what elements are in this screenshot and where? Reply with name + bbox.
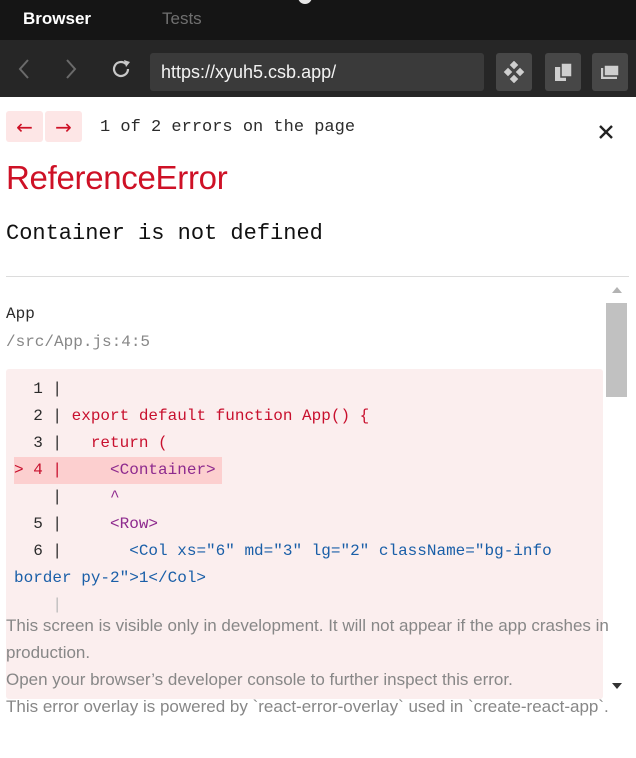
code-line: 1 | [14, 376, 62, 403]
line-gutter: 2 | [14, 407, 63, 425]
split-view-button[interactable] [545, 53, 581, 91]
code-text: export default function App() { [62, 407, 370, 425]
tab-tests[interactable]: Tests [162, 9, 202, 29]
error-caret: ^ [62, 488, 120, 506]
close-icon [599, 125, 613, 139]
chevron-left-icon [18, 58, 29, 79]
new-window-button[interactable] [592, 53, 628, 91]
code-text: return ( [62, 434, 168, 452]
error-type-heading: ReferenceError [6, 159, 228, 196]
code-line-highlighted: > 4 | <Container> [14, 457, 222, 484]
close-button[interactable] [597, 123, 615, 141]
line-gutter: 6 | [14, 542, 63, 560]
error-count: 1 of 2 errors on the page [100, 118, 356, 137]
code-text: <Container> [62, 461, 216, 479]
code-text: <Row> [62, 515, 159, 533]
refresh-icon [112, 59, 130, 77]
error-navigation: ← → [6, 111, 82, 142]
back-button[interactable] [6, 40, 42, 97]
line-gutter: > 4 | [14, 461, 63, 479]
scrollbar-thumb[interactable] [606, 303, 627, 397]
tab-browser[interactable]: Browser [23, 9, 91, 29]
previous-error-button[interactable]: ← [6, 111, 43, 142]
stack-frame-name: App [6, 305, 35, 323]
error-overlay: ← → 1 of 2 errors on the page ReferenceE… [0, 97, 636, 758]
forward-button[interactable] [53, 40, 89, 97]
line-gutter: 5 | [14, 515, 63, 533]
code-line: 3 | return ( [14, 430, 168, 457]
footer-line: Open your browser’s developer console to… [6, 670, 513, 689]
code-line: 2 | export default function App() { [14, 403, 369, 430]
codesandbox-icon [503, 61, 525, 83]
refresh-button[interactable] [103, 40, 139, 97]
panel-tab-bar: Browser Tests [0, 0, 636, 40]
footer-line: This screen is visible only in developme… [6, 616, 609, 662]
line-gutter: | [14, 488, 63, 506]
line-gutter: 3 | [14, 434, 63, 452]
drag-handle[interactable] [298, 0, 312, 4]
split-view-icon [555, 62, 573, 81]
url-input[interactable]: https://xyuh5.csb.app/ [150, 53, 484, 91]
new-window-icon [601, 64, 620, 79]
code-text: <Col xs="6" md="3" lg="2" className="bg-… [62, 542, 552, 560]
error-message: Container is not defined [6, 221, 323, 246]
code-line: | ^ [14, 484, 120, 511]
code-line: 5 | <Row> [14, 511, 158, 538]
chevron-right-icon [66, 58, 77, 79]
divider [6, 276, 629, 277]
open-in-codesandbox-button[interactable] [496, 53, 532, 91]
browser-toolbar: https://xyuh5.csb.app/ [0, 40, 636, 97]
code-line: 6 | <Col xs="6" md="3" lg="2" className=… [14, 538, 552, 565]
line-gutter: 1 | [14, 380, 63, 398]
code-line: border py-2">1</Col> [14, 565, 206, 592]
next-error-button[interactable]: → [45, 111, 82, 142]
stack-frame-location[interactable]: /src/App.js:4:5 [6, 333, 150, 351]
code-text: border py-2">1</Col> [14, 569, 207, 587]
footer-line: This error overlay is powered by `react-… [6, 697, 609, 716]
overlay-footer: This screen is visible only in developme… [6, 612, 630, 720]
scroll-up-arrow-icon[interactable] [612, 287, 622, 293]
